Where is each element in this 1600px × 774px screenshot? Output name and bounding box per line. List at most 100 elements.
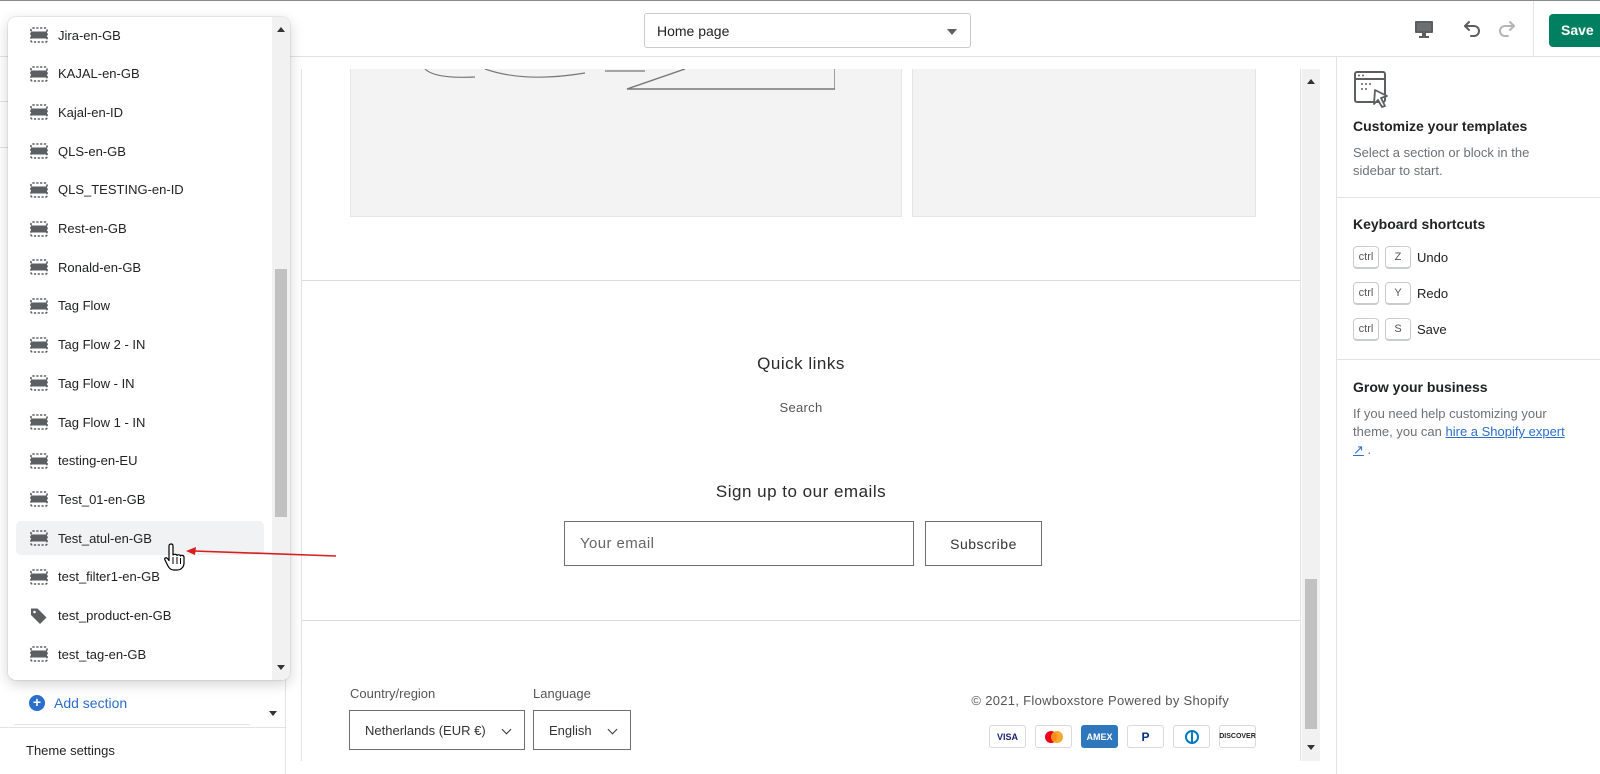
desktop-icon[interactable] (1412, 17, 1436, 41)
section-option[interactable]: KAJAL-en-GB (16, 57, 264, 91)
customize-title: Customize your templates (1353, 118, 1528, 134)
section-icon (30, 646, 48, 662)
section-icon (30, 65, 48, 82)
section-option[interactable]: Rest-en-GB (16, 212, 264, 246)
section-icon (30, 181, 48, 198)
preview-divider (302, 620, 1300, 621)
section-option-label: KAJAL-en-GB (58, 66, 140, 82)
grow-desc-suffix: . (1363, 442, 1372, 457)
language-label: Language (533, 686, 591, 701)
section-icon (30, 143, 48, 159)
external-link-icon: ↗ (1353, 442, 1364, 457)
section-option[interactable]: testing-en-EU (16, 444, 264, 478)
section-icon (30, 452, 48, 469)
s-key: S (1385, 318, 1411, 341)
language-select[interactable]: English (533, 710, 631, 750)
section-option-label: Jira-en-GB (58, 27, 121, 43)
image-placeholder-card (912, 69, 1256, 217)
theme-settings-link[interactable]: Theme settings (26, 743, 115, 758)
section-option[interactable]: Test_01-en-GB (16, 482, 264, 516)
section-option-label: Tag Flow (58, 298, 111, 314)
section-icon (30, 491, 48, 508)
discover-icon: DISCOVER (1219, 725, 1256, 748)
subscribe-button[interactable]: Subscribe (925, 521, 1042, 566)
section-option-label: Tag Flow 2 - IN (58, 337, 146, 353)
scroll-up-arrow[interactable] (277, 27, 285, 32)
theme-editor: Home page Save + Add section Theme setti… (0, 0, 1600, 774)
shortcut-label: Save (1417, 322, 1447, 337)
placeholder-illustration (424, 69, 835, 90)
y-key: Y (1385, 282, 1411, 305)
customize-description: Select a section or block in the sidebar… (1353, 145, 1530, 178)
section-option-label: test_product-en-GB (58, 608, 172, 623)
section-icon (30, 104, 48, 121)
add-section-button[interactable]: + Add section (29, 695, 127, 711)
section-option-label: test_filter1-en-GB (58, 569, 160, 585)
z-key: Z (1385, 246, 1411, 269)
section-icon (30, 259, 48, 275)
section-picker-popup: Jira-en-GB KAJAL-en-GB Kajal-en-ID QLS-en-G… (8, 17, 290, 680)
scroll-down-arrow[interactable] (277, 665, 285, 670)
section-icon (30, 568, 48, 585)
section-option[interactable]: Tag Flow (16, 289, 264, 323)
scroll-down-arrow[interactable] (1307, 745, 1315, 750)
template-select[interactable]: Home page (644, 13, 971, 48)
section-option[interactable]: Jira-en-GB (16, 18, 264, 52)
section-option[interactable]: QLS-en-GB (16, 134, 264, 168)
section-icon (30, 298, 48, 314)
paypal-icon: P (1127, 725, 1164, 748)
section-option[interactable]: test_product-en-GB (16, 599, 264, 633)
template-cursor-icon (1354, 71, 1388, 108)
chevron-down-icon (501, 724, 512, 735)
visa-icon: VISA (989, 725, 1026, 748)
country-select-value: Netherlands (EUR €) (365, 723, 486, 738)
preview-scrollbar[interactable] (1302, 69, 1320, 761)
section-option-label: Rest-en-GB (58, 221, 127, 236)
email-field[interactable] (564, 521, 914, 566)
store-preview: Quick links Search Sign up to our emails… (301, 69, 1301, 761)
sidebar-divider (0, 727, 285, 728)
hand-cursor-icon (164, 543, 185, 571)
chevron-down-icon (607, 724, 618, 735)
shortcuts-title: Keyboard shortcuts (1353, 216, 1486, 232)
diners-icon (1173, 725, 1210, 748)
shortcut-redo: ctrl Y Redo (1353, 282, 1448, 305)
scrollbar-thumb[interactable] (1305, 579, 1317, 729)
section-option[interactable]: QLS_TESTING-en-ID (16, 173, 264, 207)
section-option[interactable]: test_filter1-en-GB (16, 560, 264, 594)
section-option[interactable]: Tag Flow 1 - IN (16, 405, 264, 439)
sidebar-scroll-down-arrow[interactable] (269, 711, 277, 716)
add-section-label: Add section (54, 695, 128, 711)
save-button[interactable]: Save (1549, 14, 1600, 47)
copyright-text: © 2021, Flowboxstore Powered by Shopify (971, 693, 1229, 708)
shortcut-undo: ctrl Z Undo (1353, 246, 1448, 269)
redo-icon[interactable] (1495, 17, 1519, 41)
popup-scrollbar[interactable] (272, 17, 290, 680)
shortcut-save: ctrl S Save (1353, 318, 1447, 341)
ctrl-key: ctrl (1353, 282, 1379, 305)
language-select-value: English (549, 723, 592, 738)
ctrl-key: ctrl (1353, 318, 1379, 341)
section-list: Jira-en-GB KAJAL-en-GB Kajal-en-ID QLS-en-G… (8, 17, 270, 680)
section-option[interactable]: Tag Flow - IN (16, 366, 264, 400)
section-option[interactable]: Tag Flow 2 - IN (16, 328, 264, 362)
scroll-up-arrow[interactable] (1307, 79, 1315, 84)
shortcut-label: Redo (1417, 286, 1449, 301)
section-option[interactable]: test_tag-en-GB (16, 637, 264, 671)
undo-icon[interactable] (1460, 17, 1484, 41)
footer-search-link[interactable]: Search (302, 400, 1300, 415)
section-option[interactable]: Ronald-en-GB (16, 250, 264, 284)
section-option[interactable]: Kajal-en-ID (16, 95, 264, 129)
section-option-label: QLS-en-GB (58, 143, 126, 159)
section-option-label: Test_atul-en-GB (58, 530, 152, 546)
scrollbar-thumb[interactable] (275, 269, 287, 517)
panel-divider (1337, 359, 1600, 360)
email-input[interactable] (565, 522, 913, 565)
section-icon (30, 530, 48, 546)
annotation-arrow (186, 547, 336, 557)
section-option-label: Ronald-en-GB (58, 259, 142, 275)
tag-icon (30, 608, 48, 624)
country-select[interactable]: Netherlands (EUR €) (349, 710, 525, 750)
section-option-label: testing-en-EU (58, 453, 138, 469)
grow-business-title: Grow your business (1353, 379, 1488, 395)
